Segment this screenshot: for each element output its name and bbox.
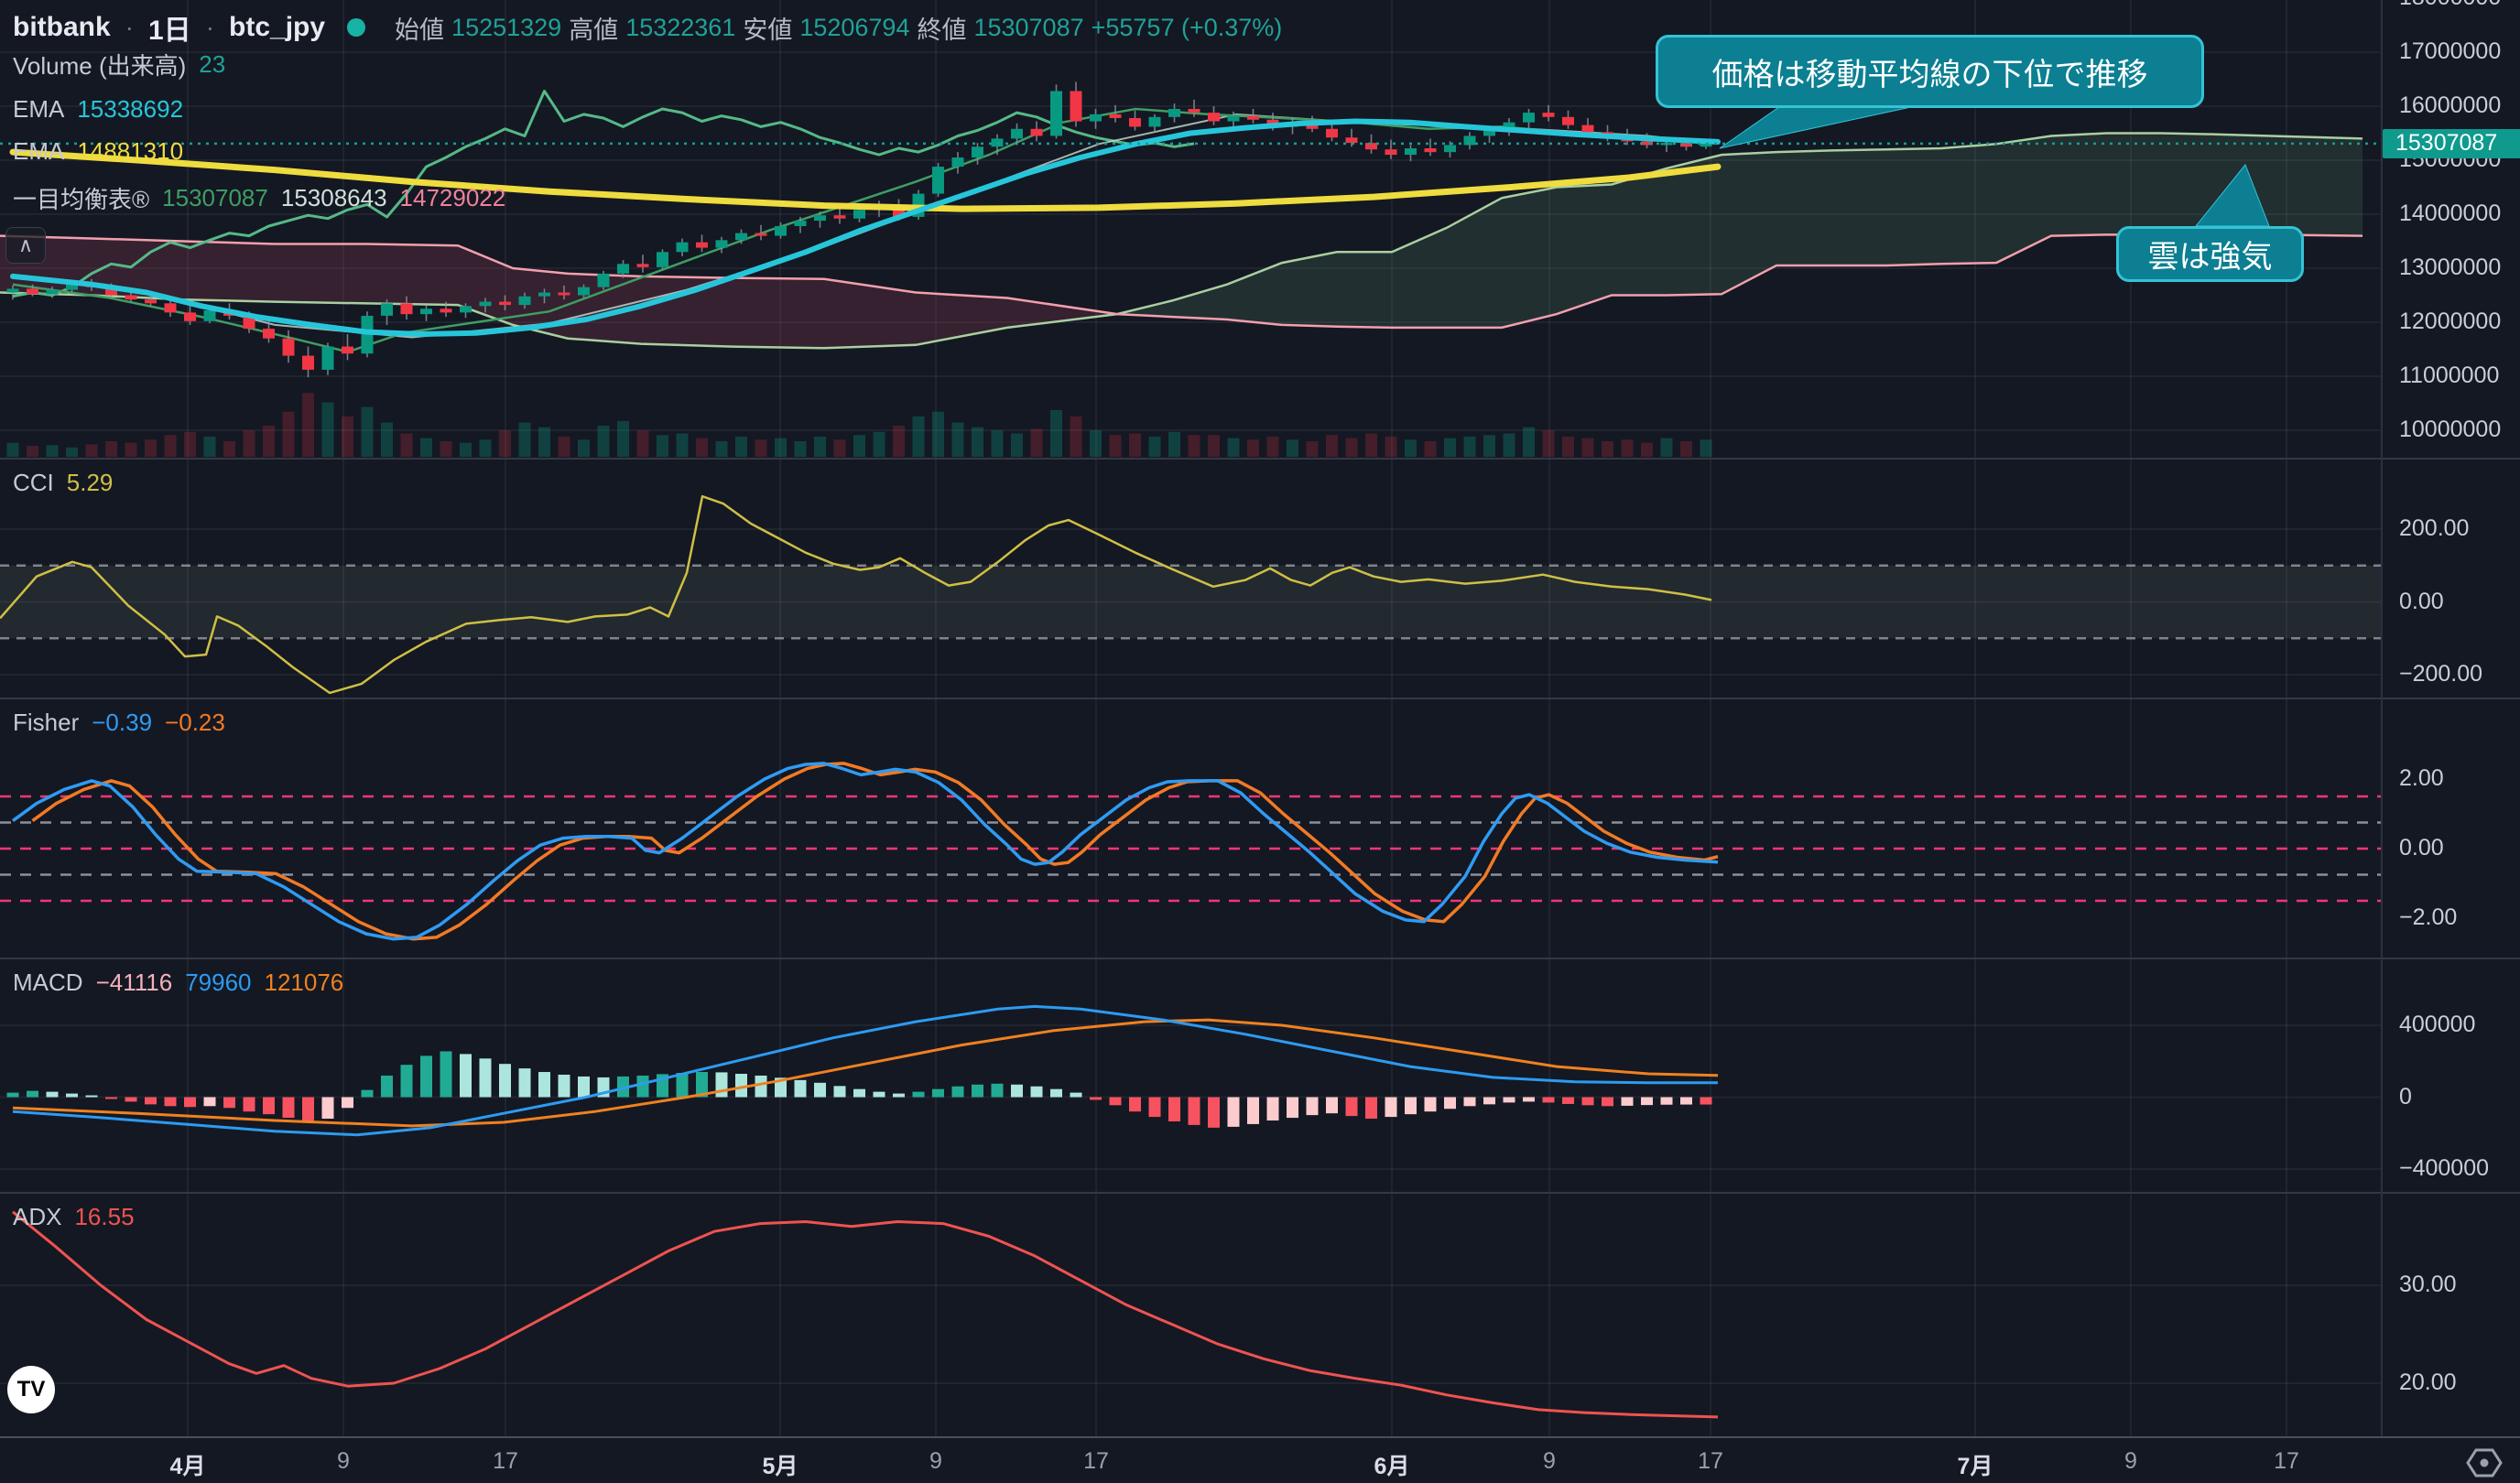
adx-value: 16.55 bbox=[74, 1203, 134, 1231]
chevron-up-icon: ∧ bbox=[18, 233, 33, 257]
axis-tick-price: 11000000 bbox=[2399, 363, 2499, 389]
title-separator: · bbox=[204, 13, 216, 42]
time-tick: 9 bbox=[2124, 1448, 2137, 1475]
time-tick: 4月 bbox=[170, 1448, 206, 1481]
market-status-dot-icon bbox=[347, 18, 365, 37]
time-tick: 6月 bbox=[1374, 1448, 1410, 1481]
axis-tick-price: 10000000 bbox=[2399, 417, 2501, 443]
axis-tick-fisher: 0.00 bbox=[2399, 835, 2444, 861]
pane-separator[interactable] bbox=[0, 1192, 2520, 1194]
macd-label[interactable]: MACD bbox=[13, 969, 83, 997]
cci-label[interactable]: CCI bbox=[13, 469, 54, 497]
time-tick: 17 bbox=[1698, 1448, 1723, 1475]
fisher-value: −0.39 bbox=[92, 709, 152, 737]
axis-tick-price: 12000000 bbox=[2399, 309, 2501, 335]
axis-tick-fisher: −2.00 bbox=[2399, 904, 2457, 931]
tradingview-logo-text: TV bbox=[17, 1377, 46, 1402]
pane-separator[interactable] bbox=[0, 698, 2520, 699]
cci-value: 5.29 bbox=[67, 469, 114, 497]
exchange-name[interactable]: bitbank bbox=[13, 12, 111, 43]
ichimoku-label: 一目均衡表® bbox=[13, 181, 149, 215]
pane-collapse-button[interactable]: ∧ bbox=[5, 227, 46, 264]
time-tick: 17 bbox=[1083, 1448, 1109, 1475]
legend-ichimoku[interactable]: 一目均衡表® 15307087 15308643 14729022 bbox=[13, 181, 505, 215]
time-axis-separator bbox=[0, 1436, 2520, 1438]
tradingview-logo[interactable]: TV bbox=[7, 1366, 55, 1413]
high-label: 高値 bbox=[569, 10, 618, 46]
axis-tick-macd: 400000 bbox=[2399, 1012, 2475, 1038]
time-tick: 9 bbox=[929, 1448, 942, 1475]
volume-label[interactable]: Volume (出来高) bbox=[13, 48, 186, 81]
macd-signal-value: 121076 bbox=[265, 969, 344, 997]
ema-slow-label[interactable]: EMA bbox=[13, 137, 64, 166]
pane-separator[interactable] bbox=[0, 958, 2520, 959]
open-value: 15251329 bbox=[451, 14, 561, 42]
last-price-text: 15307087 bbox=[2395, 130, 2497, 157]
ichimoku-value-3: 14729022 bbox=[400, 184, 506, 212]
adx-label[interactable]: ADX bbox=[13, 1203, 61, 1231]
axis-tick-price: 13000000 bbox=[2399, 254, 2501, 281]
symbol-header[interactable]: bitbank · 1日 · btc_jpy 始値 15251329 高値 15… bbox=[13, 7, 1282, 48]
open-label: 始値 bbox=[395, 10, 444, 46]
axis-tick-adx: 20.00 bbox=[2399, 1369, 2457, 1396]
legend-volume[interactable]: Volume (出来高) 23 bbox=[13, 48, 225, 81]
ichimoku-value-2: 15308643 bbox=[281, 184, 387, 212]
pane-separator[interactable] bbox=[0, 458, 2520, 460]
low-value: 15206794 bbox=[799, 14, 909, 42]
legend-ema-slow[interactable]: EMA 14881310 bbox=[13, 137, 183, 166]
close-value: 15307087 bbox=[973, 14, 1083, 42]
fisher-signal-value: −0.23 bbox=[165, 709, 225, 737]
ema-fast-label[interactable]: EMA bbox=[13, 95, 64, 124]
axis-tick-macd: 0 bbox=[2399, 1084, 2412, 1110]
annotation-ma-note-text: 価格は移動平均線の下位で推移 bbox=[1712, 49, 2148, 94]
macd-value: 79960 bbox=[185, 969, 251, 997]
axis-tick-fisher: 2.00 bbox=[2399, 765, 2444, 792]
axis-tick-macd: −400000 bbox=[2399, 1155, 2489, 1182]
axis-tick-price: 16000000 bbox=[2399, 92, 2501, 119]
legend-macd[interactable]: MACD −41116 79960 121076 bbox=[13, 969, 343, 997]
last-price-badge: 15307087 bbox=[2383, 129, 2520, 158]
annotation-cloud-note-text: 雲は強気 bbox=[2148, 232, 2273, 276]
chart-root: bitbank · 1日 · btc_jpy 始値 15251329 高値 15… bbox=[0, 0, 2520, 1483]
axis-tick-price: 14000000 bbox=[2399, 200, 2501, 227]
legend-cci[interactable]: CCI 5.29 bbox=[13, 469, 113, 497]
axis-tick-adx: 30.00 bbox=[2399, 1272, 2457, 1298]
change-value: +55757 (+0.37%) bbox=[1092, 14, 1283, 42]
interval-label[interactable]: 1日 bbox=[148, 7, 191, 48]
volume-value: 23 bbox=[199, 50, 225, 79]
axis-tick-cci: −200.00 bbox=[2399, 661, 2482, 687]
price-axis-separator bbox=[2381, 0, 2383, 1436]
title-separator: · bbox=[124, 13, 136, 42]
ichimoku-value-1: 15307087 bbox=[162, 184, 268, 212]
annotation-cloud-note[interactable]: 雲は強気 bbox=[2116, 226, 2304, 282]
time-tick: 17 bbox=[2274, 1448, 2299, 1475]
axis-tick-cci: 0.00 bbox=[2399, 589, 2444, 615]
time-tick: 17 bbox=[493, 1448, 518, 1475]
axis-tick-price: 17000000 bbox=[2399, 38, 2501, 65]
legend-ema-fast[interactable]: EMA 15338692 bbox=[13, 95, 183, 124]
ohlc-row: 始値 15251329 高値 15322361 安値 15206794 終値 1… bbox=[395, 10, 1282, 46]
time-tick: 9 bbox=[1543, 1448, 1556, 1475]
high-value: 15322361 bbox=[625, 14, 735, 42]
ema-slow-value: 14881310 bbox=[77, 137, 183, 166]
axis-tick-cci: 200.00 bbox=[2399, 515, 2469, 542]
legend-fisher[interactable]: Fisher −0.39 −0.23 bbox=[13, 709, 225, 737]
close-label: 終値 bbox=[917, 10, 966, 46]
chart-canvas[interactable] bbox=[0, 0, 2520, 1483]
time-tick: 9 bbox=[337, 1448, 350, 1475]
symbol-name[interactable]: btc_jpy bbox=[229, 12, 325, 43]
legend-adx[interactable]: ADX 16.55 bbox=[13, 1203, 135, 1231]
time-tick: 7月 bbox=[1958, 1448, 1993, 1481]
ema-fast-value: 15338692 bbox=[77, 95, 183, 124]
annotation-ma-note[interactable]: 価格は移動平均線の下位で推移 bbox=[1656, 35, 2204, 108]
time-tick: 5月 bbox=[763, 1448, 798, 1481]
macd-hist-value: −41116 bbox=[96, 969, 173, 997]
axis-tick-price: 18000000 bbox=[2399, 0, 2501, 11]
scale-settings-icon[interactable] bbox=[2463, 1445, 2505, 1481]
low-label: 安値 bbox=[743, 10, 792, 46]
fisher-label[interactable]: Fisher bbox=[13, 709, 79, 737]
